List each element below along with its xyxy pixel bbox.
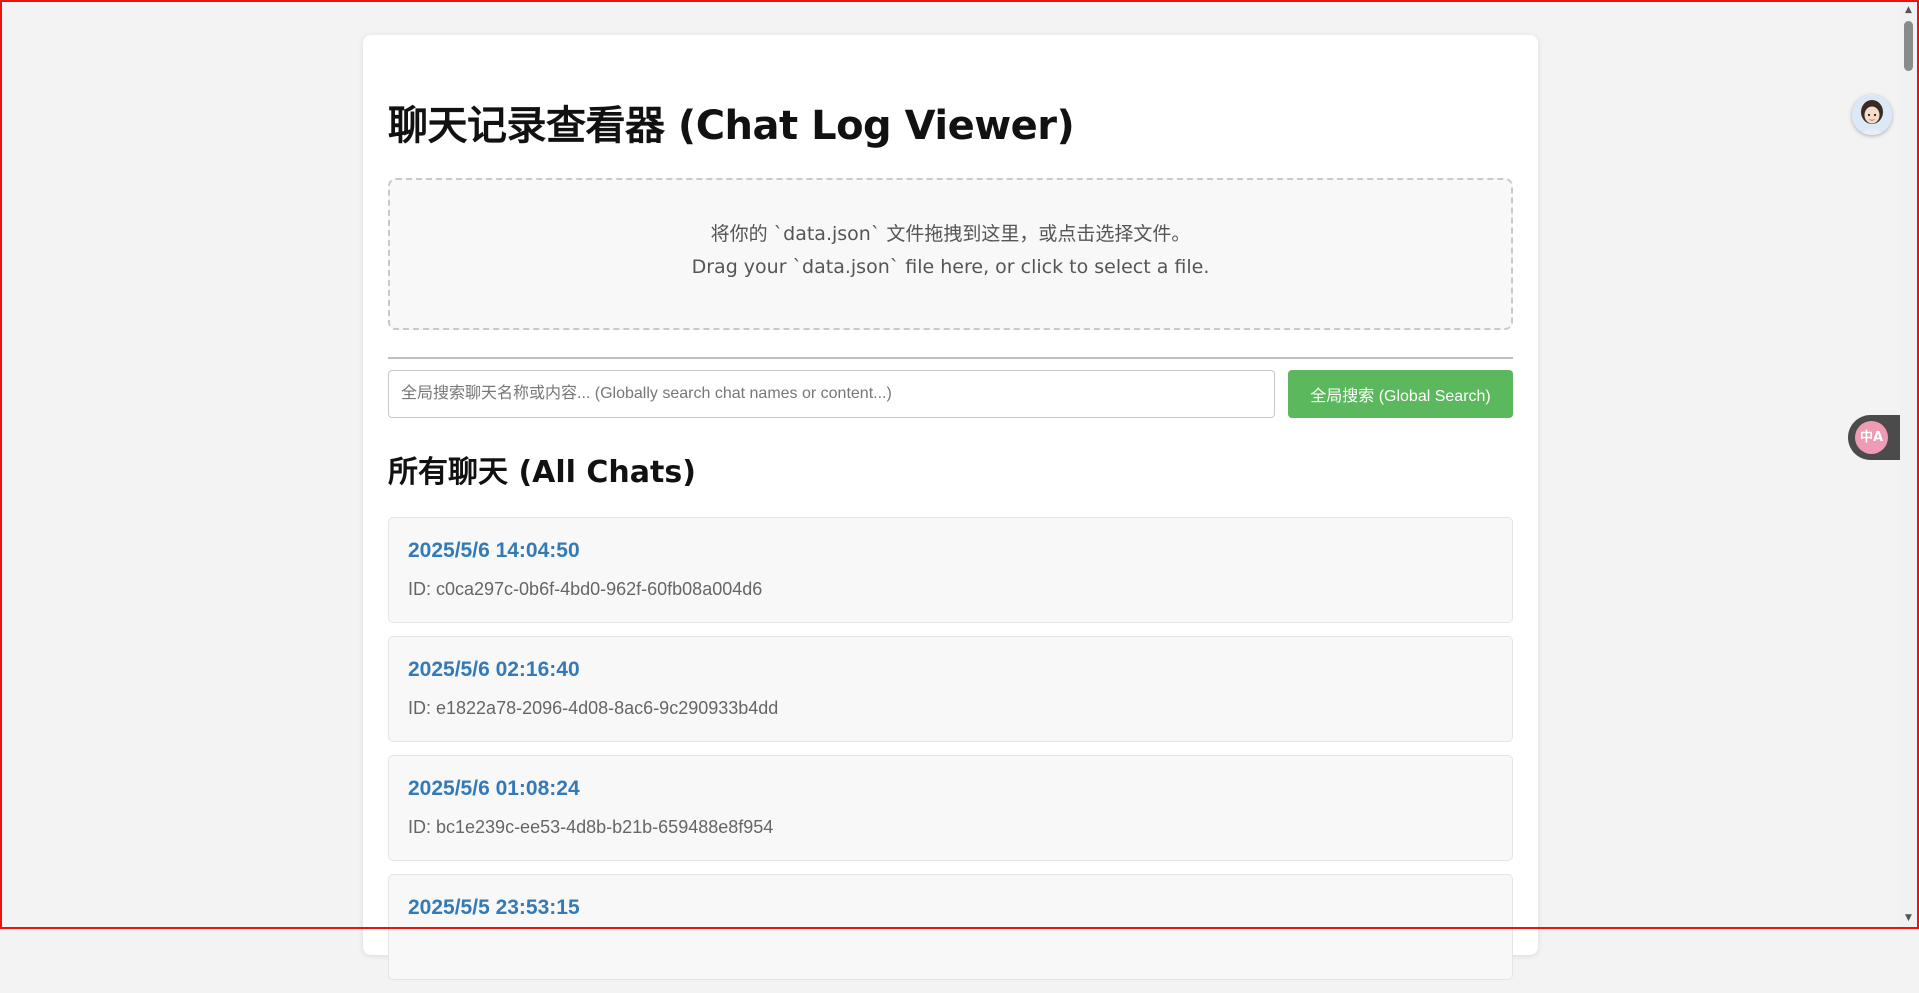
file-dropzone[interactable]: 将你的 `data.json` 文件拖拽到这里，或点击选择文件。 Drag yo…: [388, 178, 1513, 330]
chat-list-item[interactable]: 2025/5/6 01:08:24 ID: bc1e239c-ee53-4d8b…: [388, 755, 1513, 861]
chat-title-link[interactable]: 2025/5/6 02:16:40: [408, 658, 580, 682]
scroll-down-arrow-icon[interactable]: ▼: [1900, 910, 1917, 927]
chat-list-item[interactable]: 2025/5/5 23:53:15: [388, 874, 1513, 980]
scroll-up-arrow-icon[interactable]: ▲: [1900, 2, 1917, 19]
dropzone-text-en: Drag your `data.json` file here, or clic…: [691, 256, 1210, 278]
scrollbar-thumb[interactable]: [1904, 21, 1913, 71]
chat-id: ID: e1822a78-2096-4d08-8ac6-9c290933b4dd: [408, 698, 779, 718]
chat-id: ID: c0ca297c-0b6f-4bd0-962f-60fb08a004d6: [408, 579, 763, 599]
chat-list-item[interactable]: 2025/5/6 14:04:50 ID: c0ca297c-0b6f-4bd0…: [388, 517, 1513, 623]
global-search-button[interactable]: 全局搜索 (Global Search): [1288, 370, 1513, 418]
chat-list: 2025/5/6 14:04:50 ID: c0ca297c-0b6f-4bd0…: [388, 517, 1513, 993]
translate-icon: 中A: [1855, 421, 1888, 454]
global-search-input[interactable]: [388, 370, 1275, 418]
chat-title-link[interactable]: 2025/5/6 01:08:24: [408, 777, 580, 801]
dropzone-text-zh: 将你的 `data.json` 文件拖拽到这里，或点击选择文件。: [710, 223, 1191, 245]
chat-title-link[interactable]: 2025/5/5 23:53:15: [408, 896, 580, 920]
divider: [388, 357, 1513, 359]
chat-list-item[interactable]: 2025/5/6 02:16:40 ID: e1822a78-2096-4d08…: [388, 636, 1513, 742]
main-container: 聊天记录查看器 (Chat Log Viewer) 将你的 `data.json…: [363, 35, 1538, 980]
dropzone-text: 将你的 `data.json` 文件拖拽到这里，或点击选择文件。 Drag yo…: [390, 218, 1511, 284]
all-chats-heading: 所有聊天 (All Chats): [388, 455, 696, 490]
vertical-scrollbar[interactable]: ▲ ▼: [1900, 2, 1917, 927]
translate-extension-tab[interactable]: 中A: [1848, 415, 1900, 460]
chat-title-link[interactable]: 2025/5/6 14:04:50: [408, 539, 580, 563]
page-title: 聊天记录查看器 (Chat Log Viewer): [388, 103, 1075, 149]
avatar-icon[interactable]: [1852, 95, 1892, 135]
chat-id: ID: bc1e239c-ee53-4d8b-b21b-659488e8f954: [408, 817, 774, 837]
